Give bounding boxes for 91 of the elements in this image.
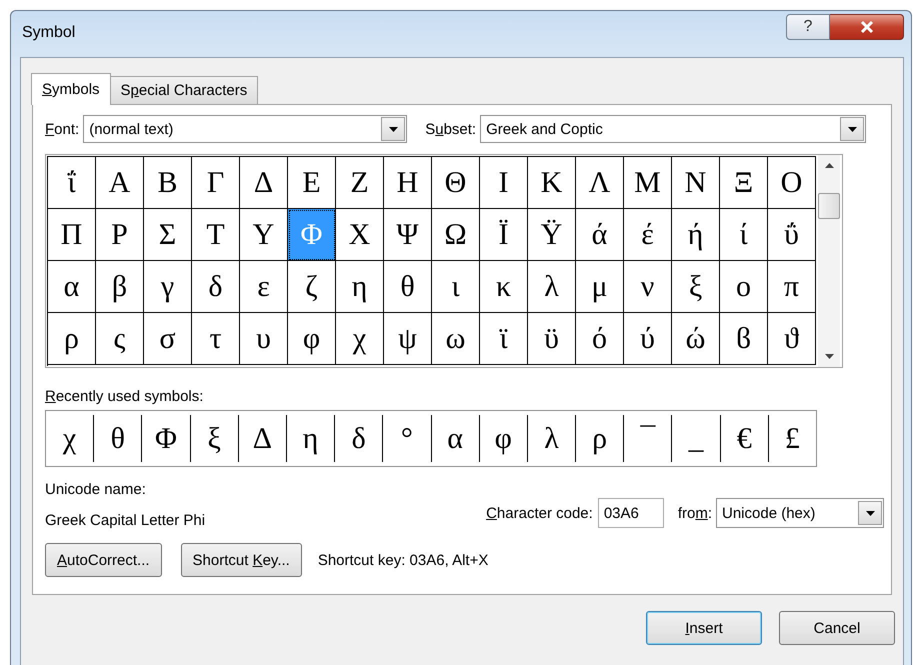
tab[interactable]: Special Characters (110, 76, 258, 104)
symbol-cell[interactable]: Ψ (384, 209, 432, 261)
symbol-cell[interactable]: σ (144, 313, 192, 365)
scroll-down-icon (824, 354, 834, 359)
scroll-up-icon (824, 163, 834, 168)
symbol-cell[interactable]: ε (240, 261, 288, 313)
scrollbar[interactable] (818, 155, 840, 367)
symbol-cell[interactable]: ό (576, 313, 624, 365)
symbol-cell[interactable]: ώ (672, 313, 720, 365)
shortcut-key-text: Shortcut key: 03A6, Alt+X (318, 552, 488, 568)
symbol-cell[interactable]: Ξ (720, 157, 768, 209)
symbol-cell[interactable]: ψ (384, 313, 432, 365)
symbol-cell[interactable]: Κ (528, 157, 576, 209)
symbol-cell[interactable]: μ (576, 261, 624, 313)
dialog-button[interactable]: Shortcut Key... (180, 543, 302, 577)
symbol-cell[interactable]: ϑ (768, 313, 816, 365)
symbol-cell[interactable]: υ (240, 313, 288, 365)
from-label: from: (678, 504, 712, 522)
window-title: Symbol (22, 24, 76, 42)
symbol-cell[interactable]: Η (384, 157, 432, 209)
symbol-cell[interactable]: Ω (432, 209, 480, 261)
recent-symbol[interactable]: £ (768, 415, 816, 462)
symbol-cell[interactable]: Δ (240, 157, 288, 209)
symbol-cell[interactable]: Α (96, 157, 144, 209)
symbol-cell[interactable]: ά (576, 209, 624, 261)
symbol-cell[interactable]: Ϊ (480, 209, 528, 261)
symbol-cell[interactable]: Ζ (336, 157, 384, 209)
symbol-cell[interactable]: ν (624, 261, 672, 313)
symbol-cell[interactable]: ϐ (720, 313, 768, 365)
character-code-field[interactable]: 03A6 (598, 498, 664, 528)
symbol-cell[interactable]: Χ (336, 209, 384, 261)
symbol-cell[interactable]: ρ (48, 313, 96, 365)
symbol-cell[interactable]: Ν (672, 157, 720, 209)
unicode-name-label: Unicode name: (45, 481, 147, 498)
symbol-cell[interactable]: ξ (672, 261, 720, 313)
character-code-label: Character code: (486, 504, 593, 522)
symbol-cell[interactable]: ο (720, 261, 768, 313)
recent-label: Recently used symbols: (45, 388, 204, 405)
symbol-cell[interactable]: ι (432, 261, 480, 313)
subset-dropdown[interactable]: Greek and Coptic (480, 115, 866, 143)
symbol-cell[interactable]: Ρ (96, 209, 144, 261)
from-value: Unicode (hex) (721, 504, 816, 522)
symbol-cell[interactable]: γ (144, 261, 192, 313)
symbol-cell[interactable]: Ο (768, 157, 816, 209)
subset-label: Subset: (425, 120, 476, 138)
unicode-name-value: Greek Capital Letter Phi (45, 512, 206, 529)
scroll-thumb[interactable] (818, 193, 840, 219)
help-button[interactable]: ? (786, 14, 830, 40)
subset-value: Greek and Coptic (485, 120, 604, 138)
symbol-cell[interactable]: Μ (624, 157, 672, 209)
symbol-cell[interactable]: ή (672, 209, 720, 261)
symbol-cell[interactable]: χ (336, 313, 384, 365)
dialog-button[interactable]: Cancel (779, 611, 895, 645)
symbol-cell[interactable]: Λ (576, 157, 624, 209)
symbol-cell[interactable]: Σ (144, 209, 192, 261)
symbol-cell[interactable]: Θ (432, 157, 480, 209)
symbol-cell[interactable]: ΐ (48, 157, 96, 209)
symbol-cell[interactable]: ω (432, 313, 480, 365)
symbol-cell[interactable]: φ (288, 313, 336, 365)
close-icon (858, 20, 874, 34)
symbol-cell[interactable]: ϊ (480, 313, 528, 365)
symbol-cell[interactable]: Τ (192, 209, 240, 261)
symbol-cell[interactable]: κ (480, 261, 528, 313)
close-button[interactable] (830, 14, 904, 40)
font-label: Font: (45, 120, 80, 138)
symbol-cell[interactable]: Γ (192, 157, 240, 209)
symbol-cell[interactable]: η (336, 261, 384, 313)
symbol-cell[interactable]: Ϋ (528, 209, 576, 261)
tab[interactable]: Symbols (31, 73, 111, 105)
from-dropdown[interactable]: Unicode (hex) (716, 498, 884, 528)
symbol-cell[interactable]: Β (144, 157, 192, 209)
symbol-cell[interactable]: ϋ (528, 313, 576, 365)
symbol-cell[interactable]: Π (48, 209, 96, 261)
font-dropdown[interactable]: (normal text) (83, 115, 408, 143)
symbol-cell[interactable]: δ (192, 261, 240, 313)
symbol-cell[interactable]: Ι (480, 157, 528, 209)
symbol-cell[interactable]: ΰ (768, 209, 816, 261)
dialog-button[interactable]: AutoCorrect... (45, 543, 162, 577)
symbol-cell[interactable]: ζ (288, 261, 336, 313)
symbol-cell[interactable]: τ (192, 313, 240, 365)
symbol-cell[interactable]: ί (720, 209, 768, 261)
symbol-cell[interactable]: ς (96, 313, 144, 365)
symbol-cell[interactable]: έ (624, 209, 672, 261)
symbol-cell[interactable]: θ (384, 261, 432, 313)
symbol-cell[interactable]: β (96, 261, 144, 313)
font-value: (normal text) (88, 120, 174, 138)
symbol-cell[interactable]: λ (528, 261, 576, 313)
symbol-cell[interactable]: π (768, 261, 816, 313)
dialog-button[interactable]: Insert (646, 611, 762, 645)
symbol-cell[interactable]: α (48, 261, 96, 313)
symbol-cell[interactable]: ύ (624, 313, 672, 365)
